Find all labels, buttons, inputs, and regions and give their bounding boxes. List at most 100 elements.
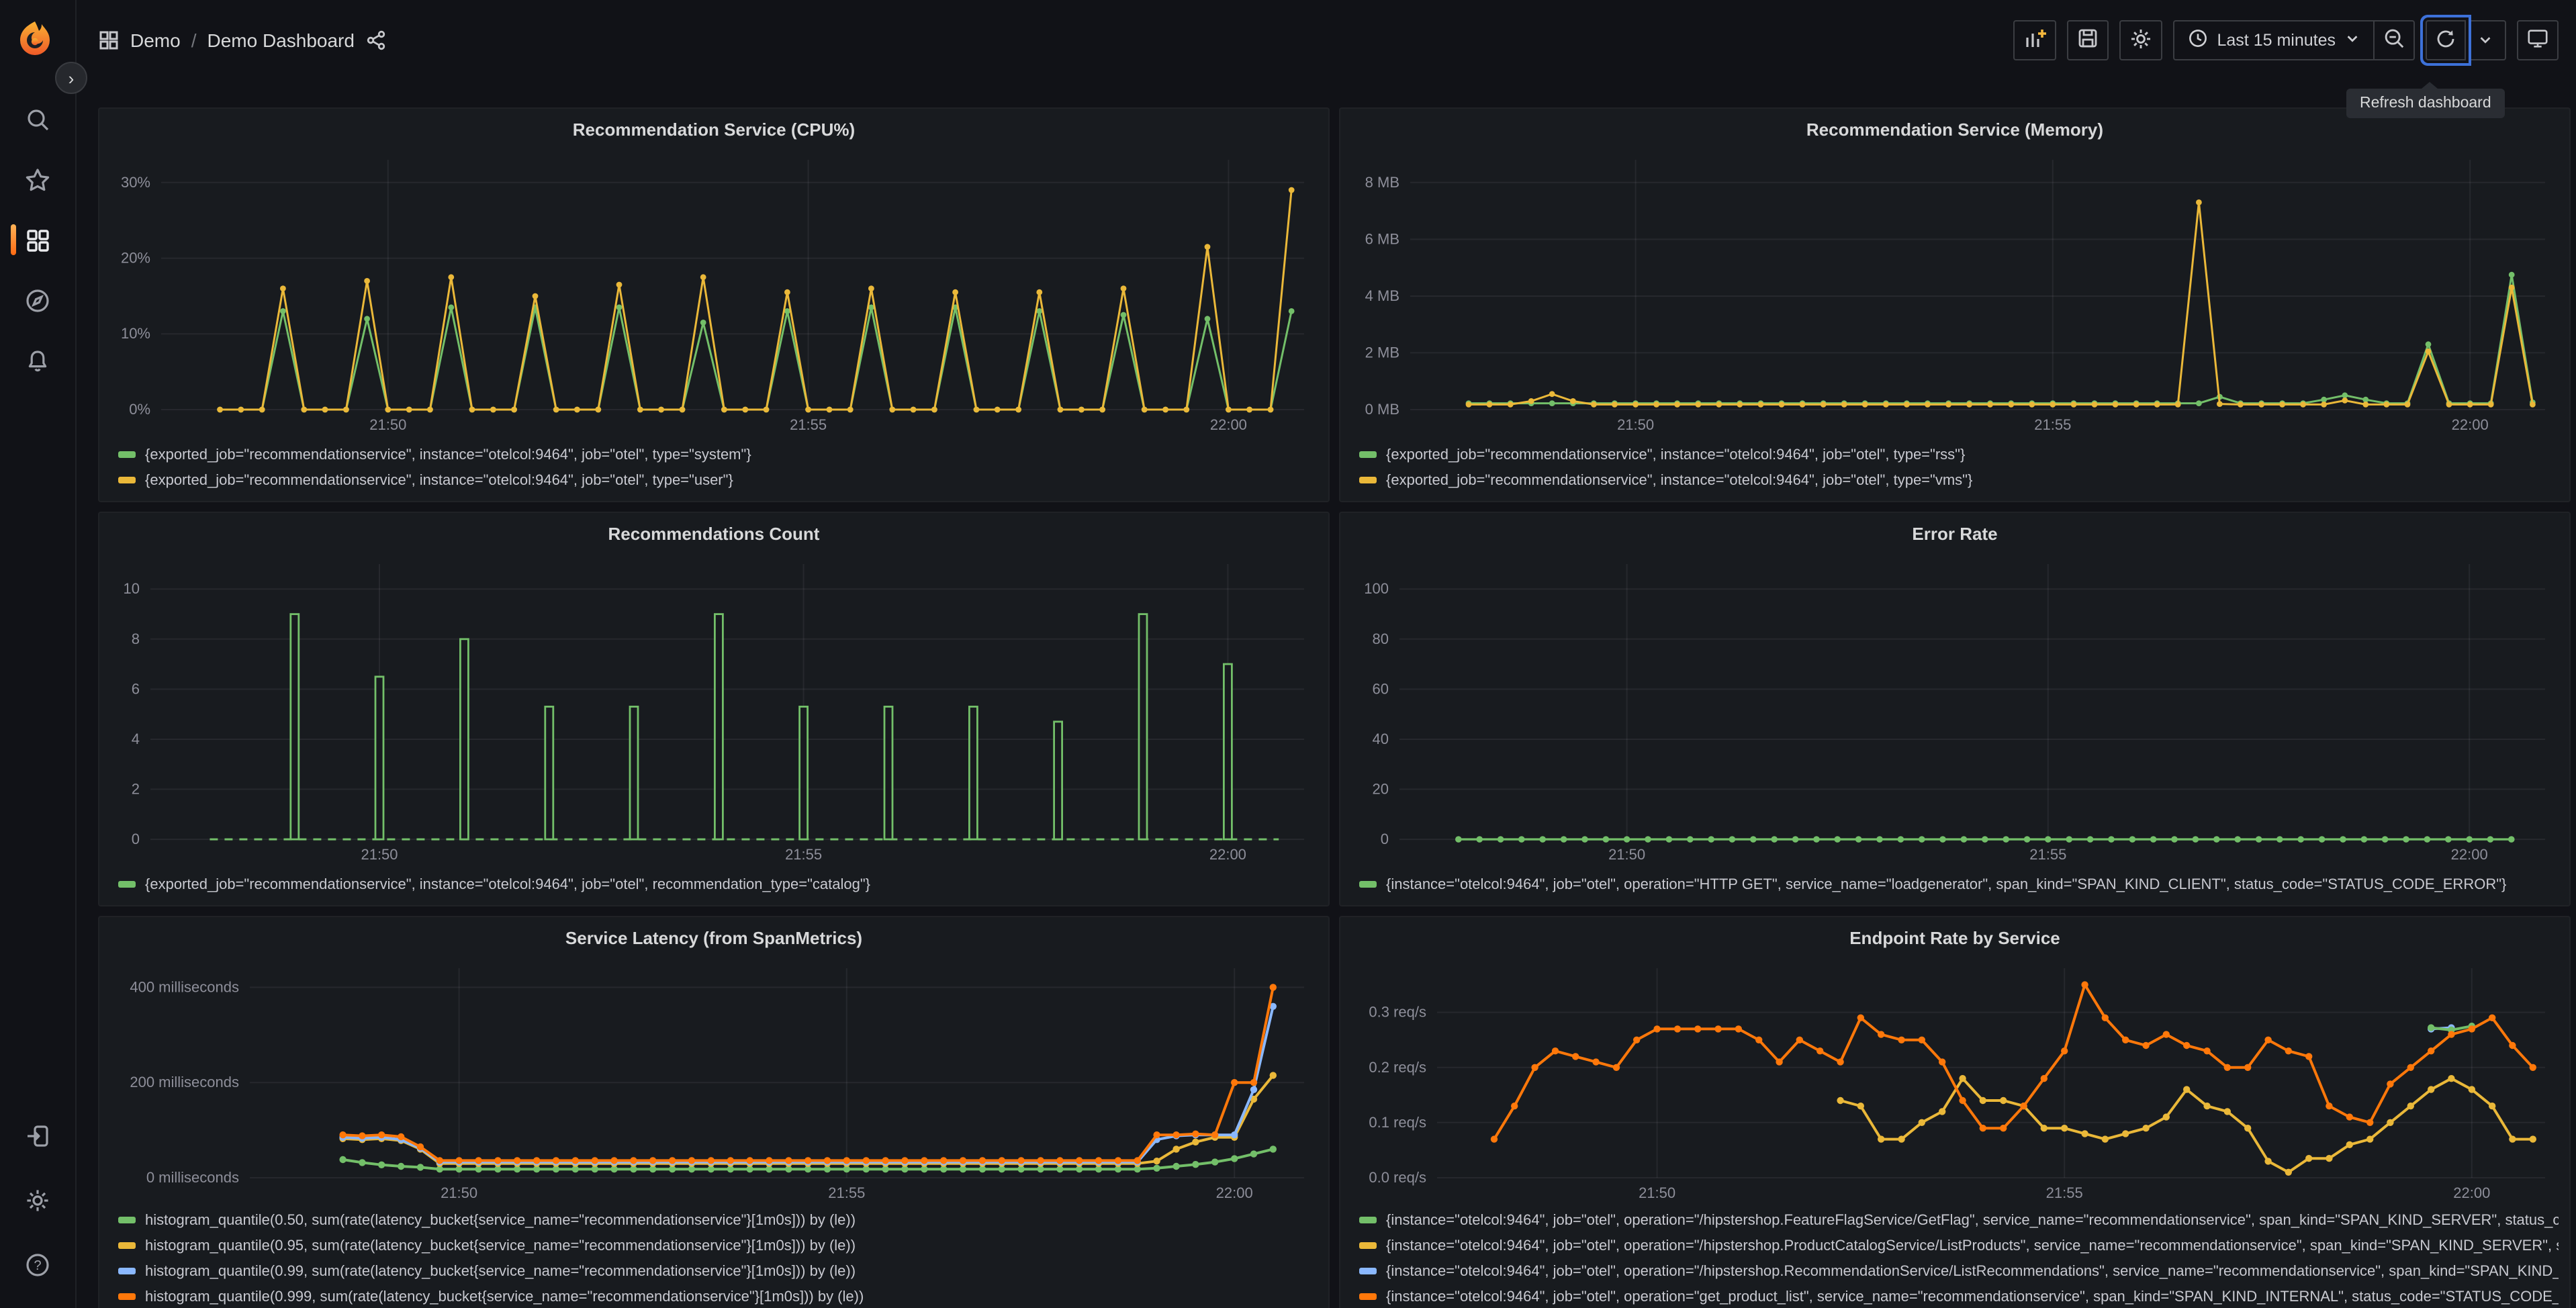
svg-text:22:00: 22:00 [2452, 416, 2489, 433]
topbar: Demo / Demo Dashboard Last 15 minutes [75, 0, 2576, 81]
time-range-picker[interactable]: Last 15 minutes [2172, 20, 2375, 60]
svg-text:21:50: 21:50 [1608, 846, 1645, 863]
legend-swatch [118, 477, 136, 483]
legend-item[interactable]: {exported_job="recommendationservice", i… [110, 442, 1318, 467]
panel-service-latency: Service Latency (from SpanMetrics) 0 mil… [98, 916, 1330, 1308]
cpu-legend: {exported_job="recommendationservice", i… [110, 442, 1318, 493]
service-latency-chart[interactable]: 0 milliseconds 200 milliseconds 400 millis… [110, 952, 1318, 1205]
svg-text:21:50: 21:50 [1639, 1184, 1675, 1201]
recommendations-count-chart[interactable]: 0 2 4 6 8 10 21:50 21:55 22:00 [110, 548, 1318, 869]
legend-swatch [1359, 1293, 1377, 1300]
panel-title[interactable]: Error Rate [1351, 521, 2559, 548]
legend-label: {exported_job="recommendationservice", i… [1386, 447, 1966, 463]
share-icon[interactable] [365, 30, 387, 51]
sidebar-item-search[interactable] [0, 89, 75, 149]
sign-in-icon [24, 1123, 51, 1150]
svg-text:21:50: 21:50 [361, 846, 398, 863]
legend-label: {instance="otelcol:9464", job="otel", op… [1386, 1263, 2559, 1279]
svg-text:10%: 10% [121, 325, 150, 342]
sidebar-item-alerting[interactable] [0, 330, 75, 391]
save-dashboard-button[interactable] [2066, 20, 2109, 60]
legend-item[interactable]: histogram_quantile(0.50, sum(rate(latenc… [110, 1207, 1318, 1233]
legend-item[interactable]: {exported_job="recommendationservice", i… [110, 872, 1318, 897]
settings-gear-icon [2129, 26, 2153, 54]
endpoint-rate-chart[interactable]: 0.0 req/s 0.1 req/s 0.2 req/s 0.3 req/s 21:5… [1351, 952, 2559, 1205]
sidebar-item-starred[interactable] [0, 149, 75, 209]
legend-item[interactable]: {instance="otelcol:9464", job="otel", op… [1351, 1207, 2559, 1233]
svg-text:40: 40 [1373, 731, 1389, 747]
legend-item[interactable]: {instance="otelcol:9464", job="otel", op… [1351, 1258, 2559, 1284]
panel-error-rate: Error Rate 0 20 40 60 80 100 21:50 21:55 22:00 {… [1339, 512, 2571, 906]
refresh-button[interactable] [2426, 20, 2466, 60]
panel-memory: Recommendation Service (Memory) 0 MB 2 MB… [1339, 107, 2571, 502]
expand-sidebar-chevron[interactable]: › [55, 62, 87, 94]
sidebar-item-explore[interactable] [0, 270, 75, 330]
search-icon [24, 105, 51, 132]
dashboard-settings-button[interactable] [2119, 20, 2162, 60]
svg-text:21:50: 21:50 [441, 1184, 477, 1201]
panel-cpu: Recommendation Service (CPU%) 0% 10% 20% 30… [98, 107, 1330, 502]
svg-text:200 milliseconds: 200 milliseconds [130, 1074, 239, 1090]
svg-text:100: 100 [1364, 580, 1389, 597]
legend-item[interactable]: {instance="otelcol:9464", job="otel", op… [1351, 1284, 2559, 1308]
legend-label: histogram_quantile(0.99, sum(rate(latenc… [145, 1263, 856, 1279]
legend-item[interactable]: histogram_quantile(0.99, sum(rate(latenc… [110, 1258, 1318, 1284]
legend-label: {instance="otelcol:9464", job="otel", op… [1386, 876, 2507, 892]
panel-title[interactable]: Recommendation Service (Memory) [1351, 117, 2559, 144]
cpu-chart[interactable]: 0% 10% 20% 30% 21:50 21:55 22:00 [110, 144, 1318, 439]
svg-text:0.0 req/s: 0.0 req/s [1369, 1169, 1426, 1186]
svg-text:2: 2 [132, 780, 140, 797]
legend-item[interactable]: histogram_quantile(0.95, sum(rate(latenc… [110, 1233, 1318, 1258]
time-range-label: Last 15 minutes [2217, 31, 2336, 50]
svg-text:22:00: 22:00 [2453, 1184, 2490, 1201]
svg-text:30%: 30% [121, 174, 150, 191]
memory-chart[interactable]: 0 MB 2 MB 4 MB 6 MB 8 MB 21:50 21:55 22:00 [1351, 144, 2559, 439]
grafana-logo[interactable] [15, 19, 55, 59]
sidebar-item-dashboards[interactable] [0, 209, 75, 270]
save-dashboard-icon [2076, 27, 2099, 54]
zoom-out-time-button[interactable] [2375, 20, 2415, 60]
add-panel-icon [2023, 26, 2047, 54]
legend-swatch [1359, 1217, 1377, 1223]
kiosk-tv-icon [2526, 27, 2549, 54]
legend-item[interactable]: {exported_job="recommendationservice", i… [1351, 467, 2559, 493]
configuration-gear-icon [24, 1187, 51, 1214]
svg-text:21:55: 21:55 [790, 416, 827, 433]
panel-title[interactable]: Recommendation Service (CPU%) [110, 117, 1318, 144]
breadcrumb-folder[interactable]: Demo [130, 30, 181, 51]
svg-text:21:55: 21:55 [2046, 1184, 2083, 1201]
legend-item[interactable]: {instance="otelcol:9464", job="otel", op… [1351, 1233, 2559, 1258]
chevron-down-icon [2345, 31, 2360, 50]
svg-text:21:50: 21:50 [369, 416, 406, 433]
legend-item[interactable]: {exported_job="recommendationservice", i… [110, 467, 1318, 493]
panel-title[interactable]: Service Latency (from SpanMetrics) [110, 925, 1318, 952]
svg-text:21:55: 21:55 [785, 846, 822, 863]
panel-title[interactable]: Endpoint Rate by Service [1351, 925, 2559, 952]
service-latency-legend: histogram_quantile(0.50, sum(rate(latenc… [110, 1207, 1318, 1308]
memory-legend: {exported_job="recommendationservice", i… [1351, 442, 2559, 493]
svg-text:22:00: 22:00 [1209, 846, 1246, 863]
add-panel-button[interactable] [2013, 20, 2056, 60]
svg-text:22:00: 22:00 [2451, 846, 2488, 863]
legend-swatch [1359, 1242, 1377, 1249]
svg-text:6: 6 [132, 680, 140, 697]
kiosk-mode-button[interactable] [2517, 20, 2559, 60]
sidebar-item-sign-in[interactable] [0, 1104, 75, 1168]
svg-text:6 MB: 6 MB [1365, 230, 1399, 247]
legend-label: histogram_quantile(0.95, sum(rate(latenc… [145, 1237, 856, 1254]
svg-text:4: 4 [132, 731, 140, 747]
error-rate-chart[interactable]: 0 20 40 60 80 100 21:50 21:55 22:00 [1351, 548, 2559, 869]
star-icon [24, 166, 51, 193]
refresh-controls [2426, 20, 2506, 60]
legend-item[interactable]: histogram_quantile(0.999, sum(rate(laten… [110, 1284, 1318, 1308]
legend-label: histogram_quantile(0.999, sum(rate(laten… [145, 1289, 864, 1305]
legend-swatch [118, 1217, 136, 1223]
legend-item[interactable]: {exported_job="recommendationservice", i… [1351, 442, 2559, 467]
sidebar-item-configuration[interactable] [0, 1168, 75, 1233]
refresh-interval-caret[interactable] [2466, 20, 2506, 60]
sidebar-item-help[interactable]: ? [0, 1233, 75, 1297]
legend-label: {exported_job="recommendationservice", i… [145, 876, 871, 892]
legend-item[interactable]: {instance="otelcol:9464", job="otel", op… [1351, 872, 2559, 897]
panel-title[interactable]: Recommendations Count [110, 521, 1318, 548]
dashboard-grid-icon [98, 30, 120, 51]
